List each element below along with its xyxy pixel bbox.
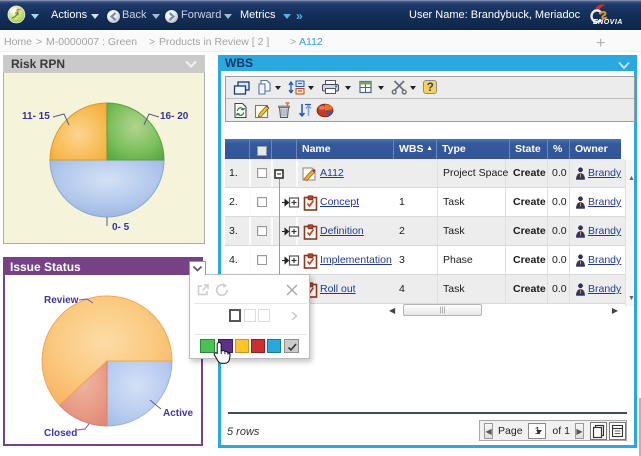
svg-text:Active: Active [163, 408, 193, 419]
svg-text:Review: Review [44, 295, 79, 306]
svg-text:Closed: Closed [44, 428, 77, 439]
svg-text:0- 5: 0- 5 [112, 222, 130, 233]
svg-text:16- 20: 16- 20 [160, 111, 189, 122]
svg-text:11- 15: 11- 15 [22, 111, 50, 122]
